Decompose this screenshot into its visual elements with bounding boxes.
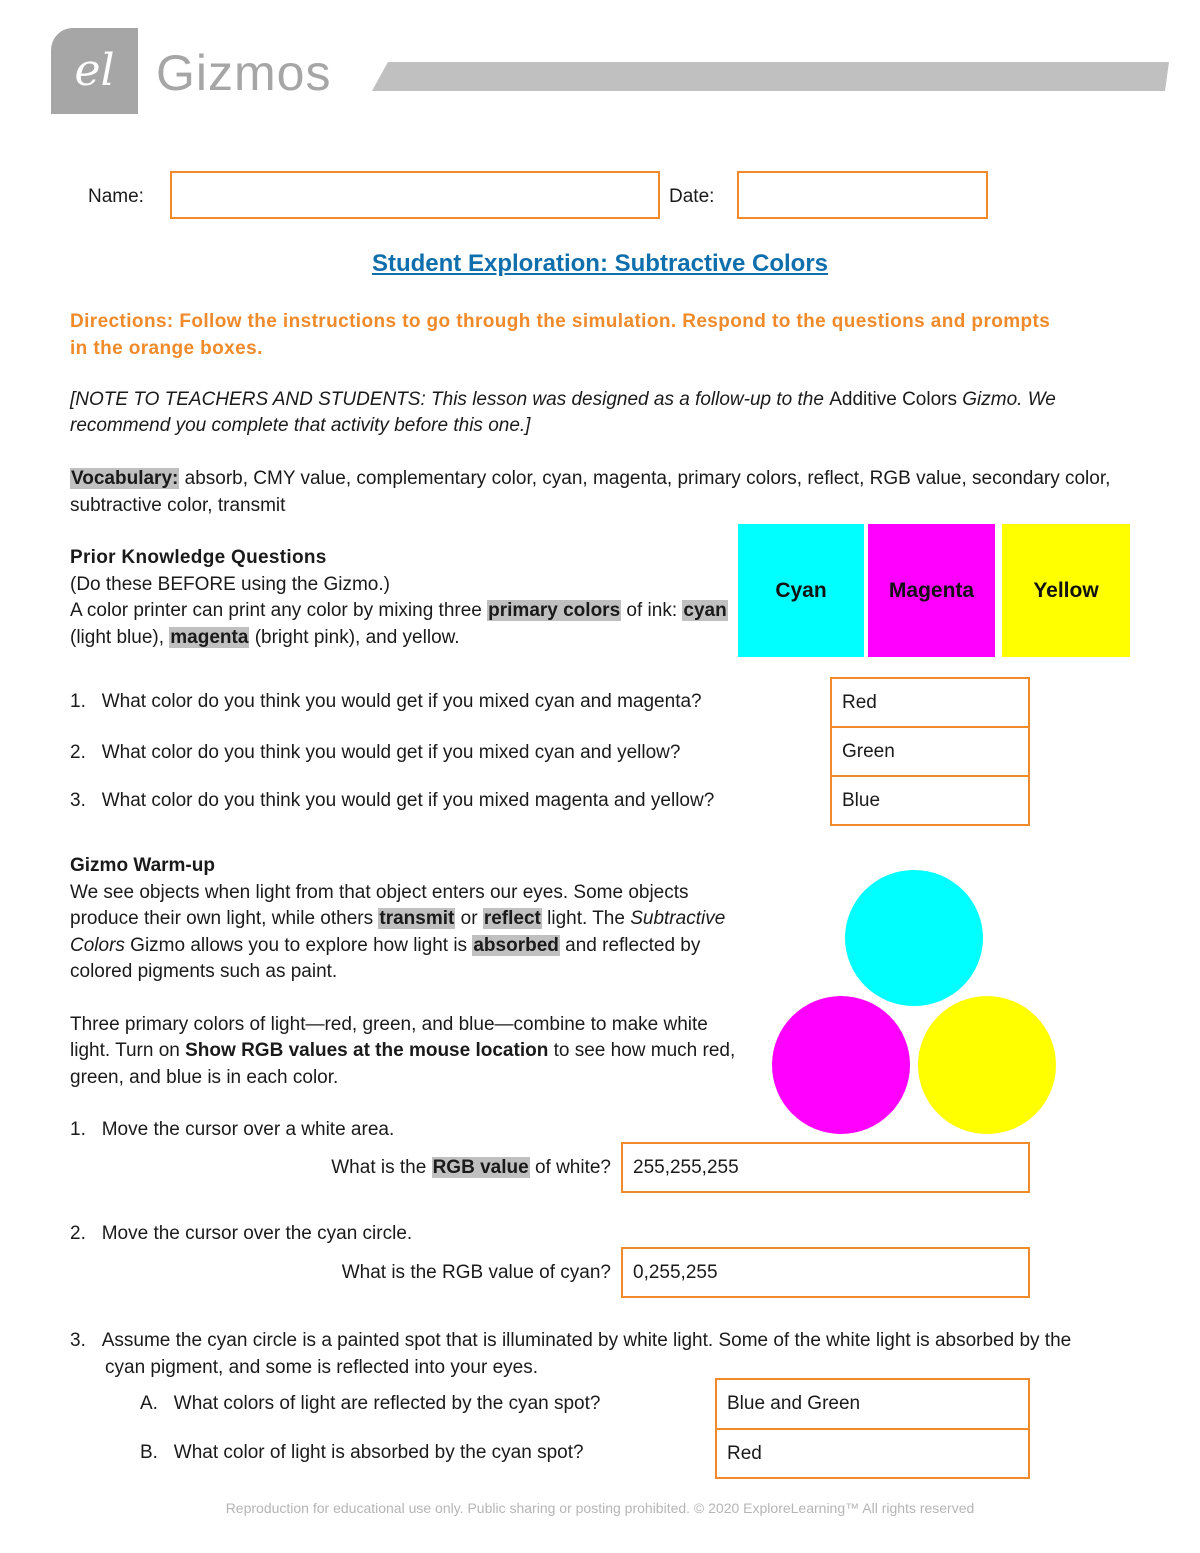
intro-text: (bright pink), and yellow. [249, 626, 460, 648]
answer-box[interactable]: Blue [830, 775, 1030, 826]
warmup-question-3: 3. Assume the cyan circle is a painted s… [70, 1328, 1095, 1381]
term-transmit: transmit [378, 908, 456, 929]
question-row: 2. What color do you think you would get… [70, 742, 680, 764]
subquestion-text: What colors of light are reflected by th… [173, 1393, 601, 1414]
subquestion-letter: A. [140, 1393, 158, 1414]
answer-box[interactable]: Green [830, 726, 1030, 777]
note-text-1: [NOTE TO TEACHERS AND STUDENTS: This les… [70, 389, 830, 410]
question-number: 1. [70, 691, 86, 712]
warmup-text: or [455, 908, 483, 929]
warmup-paragraph-1: We see objects when light from that obje… [70, 880, 750, 986]
intro-text: of ink: [621, 600, 683, 621]
question-text: Move the cursor over a white area. [101, 1119, 395, 1140]
warmup-paragraph-2: Three primary colors of light—red, green… [70, 1012, 750, 1092]
yellow-circle [918, 996, 1056, 1134]
warmup-prompt-1: What is the RGB value of white? [0, 1157, 611, 1179]
term-reflect: reflect [482, 908, 542, 929]
question-number: 2. [70, 1223, 86, 1244]
name-label: Name: [88, 186, 144, 207]
footer-copyright: Reproduction for educational use only. P… [225, 1500, 975, 1516]
subquestion-b: B. What color of light is absorbed by th… [140, 1442, 584, 1464]
warmup-heading: Gizmo Warm-up [70, 855, 215, 876]
subquestion-a: A. What colors of light are reflected by… [140, 1393, 600, 1415]
answer-box[interactable]: 0,255,255 [621, 1247, 1030, 1298]
question-text: Assume the cyan circle is a painted spot… [101, 1330, 1072, 1378]
note-additive-colors: Additive Colors [829, 389, 957, 410]
swatch-label: Cyan [775, 578, 827, 602]
prior-knowledge-intro: A color printer can print any color by m… [70, 598, 730, 651]
warmup-question-1: 1. Move the cursor over a white area. [70, 1119, 394, 1141]
question-number: 2. [70, 742, 86, 763]
answer-box[interactable]: Red [830, 677, 1030, 728]
intro-text: A color printer can print any color by m… [70, 600, 488, 621]
cyan-circle [845, 870, 983, 1006]
swatch-label: Yellow [1033, 578, 1099, 602]
teacher-note: [NOTE TO TEACHERS AND STUDENTS: This les… [70, 387, 1120, 439]
date-field[interactable] [737, 171, 988, 219]
answer-box[interactable]: Blue and Green [715, 1378, 1030, 1430]
question-number: 3. [70, 1330, 86, 1351]
swatch-label: Magenta [888, 578, 975, 602]
vocabulary: Vocabulary: absorb, CMY value, complemen… [70, 466, 1130, 519]
page-title: Student Exploration: Subtractive Colors [371, 250, 829, 277]
prior-knowledge-section: Prior Knowledge Questions (Do these BEFO… [70, 545, 730, 651]
subquestion-text: What color of light is absorbed by the c… [173, 1442, 584, 1463]
subquestion-letter: B. [140, 1442, 158, 1463]
swatch-yellow: Yellow [1002, 524, 1130, 657]
term-absorbed: absorbed [472, 934, 560, 956]
brand-name: Gizmos [156, 45, 332, 101]
prompt-text: What is the [331, 1157, 432, 1178]
prior-knowledge-subheading: (Do these BEFORE using the Gizmo.) [70, 573, 390, 595]
date-label: Date: [669, 186, 715, 207]
warmup-text: light. The [541, 908, 631, 929]
question-number: 1. [70, 1119, 86, 1140]
term-primary-colors: primary colors [487, 600, 622, 621]
question-row: 1. What color do you think you would get… [70, 691, 702, 713]
swatch-magenta: Magenta [868, 524, 995, 657]
show-rgb-option: Show RGB values at the mouse location [185, 1040, 549, 1061]
term-cyan: cyan [682, 600, 728, 621]
name-field[interactable] [170, 171, 660, 219]
warmup-prompt-2: What is the RGB value of cyan? [341, 1262, 611, 1283]
answer-box[interactable]: Red [715, 1428, 1030, 1479]
warmup-text: Gizmo allows you to explore how light is [124, 934, 473, 956]
question-text: What color do you think you would get if… [101, 790, 715, 811]
prompt-text: of white? [529, 1157, 611, 1178]
question-text: Move the cursor over the cyan circle. [101, 1223, 413, 1244]
term-rgb-value: RGB value [431, 1157, 530, 1178]
question-text: What color do you think you would get if… [101, 691, 702, 712]
intro-text: (light blue), [70, 626, 170, 648]
directions: Directions: Follow the instructions to g… [70, 311, 1051, 359]
warmup-question-2: 2. Move the cursor over the cyan circle. [70, 1223, 412, 1245]
explorelearning-logo: el [51, 28, 138, 114]
question-number: 3. [70, 790, 86, 811]
vocabulary-label: Vocabulary: [70, 468, 180, 489]
term-magenta: magenta [169, 626, 250, 648]
question-text: What color do you think you would get if… [101, 742, 681, 763]
swatch-cyan: Cyan [738, 524, 864, 657]
logo-glyph: el [74, 45, 115, 96]
header-bar [372, 62, 1169, 91]
answer-box[interactable]: 255,255,255 [621, 1142, 1030, 1193]
prior-knowledge-heading: Prior Knowledge Questions [70, 547, 327, 568]
magenta-circle [772, 996, 910, 1134]
vocabulary-list: absorb, CMY value, complementary color, … [70, 468, 1111, 516]
question-row: 3. What color do you think you would get… [70, 790, 714, 812]
warmup-section: Gizmo Warm-up We see objects when light … [70, 853, 750, 1091]
